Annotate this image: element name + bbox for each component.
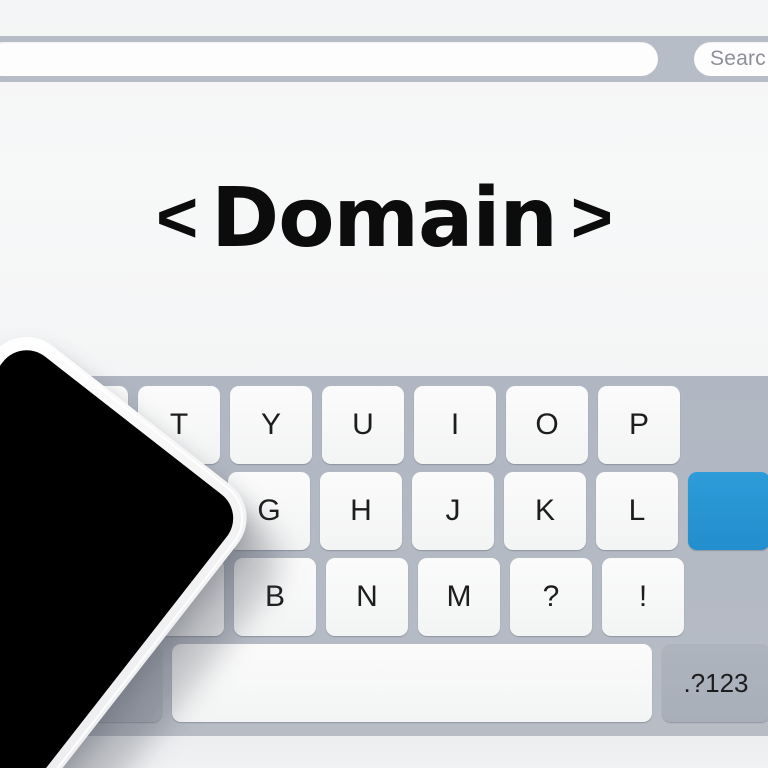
key-exclamation-mark[interactable]: ! — [602, 558, 684, 636]
key-numbers-symbols[interactable]: .?123 — [662, 644, 768, 722]
key-y[interactable]: Y — [230, 386, 312, 464]
key-o[interactable]: O — [506, 386, 588, 464]
key-h[interactable]: H — [320, 472, 402, 550]
page-title: < Domain > — [0, 178, 768, 260]
key-space[interactable] — [172, 644, 652, 722]
search-input[interactable]: Searc — [694, 42, 768, 76]
left-chevron-glyph: < — [156, 178, 198, 258]
url-input[interactable] — [0, 42, 658, 76]
right-chevron-glyph: > — [570, 178, 613, 258]
browser-screen: Searc < Domain > — [0, 0, 768, 392]
screenshot-scene: Searc <Domain> E R T Y U I O P F G H J K… — [0, 0, 768, 768]
key-k[interactable]: K — [504, 472, 586, 550]
key-question-mark[interactable]: ? — [510, 558, 592, 636]
key-l[interactable]: L — [596, 472, 678, 550]
key-j[interactable]: J — [412, 472, 494, 550]
key-p[interactable]: P — [598, 386, 680, 464]
search-input-placeholder: Searc — [710, 47, 766, 70]
key-go[interactable] — [688, 472, 768, 550]
key-i[interactable]: I — [414, 386, 496, 464]
key-u[interactable]: U — [322, 386, 404, 464]
key-m[interactable]: M — [418, 558, 500, 636]
browser-toolbar: Searc — [0, 36, 768, 82]
page-title-word: Domain — [211, 171, 558, 266]
key-n[interactable]: N — [326, 558, 408, 636]
page-title-text: < Domain > — [142, 178, 626, 260]
